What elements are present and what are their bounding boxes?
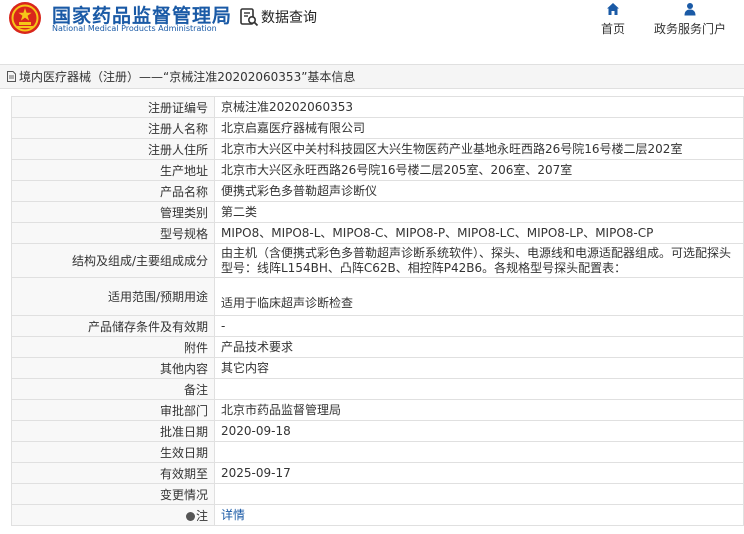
user-icon: [684, 3, 696, 16]
database-search-icon: [240, 8, 259, 27]
details-link[interactable]: 详情: [221, 508, 245, 522]
table-row: 适用范围/预期用途 适用于临床超声诊断检查: [11, 277, 744, 316]
home-icon: [607, 3, 619, 15]
table-row: 附件 产品技术要求: [11, 336, 744, 358]
table-row: 备注: [11, 378, 744, 400]
field-label: 注册人名称: [11, 117, 215, 139]
data-query-link[interactable]: 数据查询: [239, 6, 317, 28]
field-label: 产品储存条件及有效期: [11, 315, 215, 337]
field-value: 第二类: [214, 201, 744, 223]
field-label: 生效日期: [11, 441, 215, 463]
note-value-cell: 详情: [214, 504, 744, 526]
field-value: 2020-09-18: [214, 420, 744, 442]
field-label: 型号规格: [11, 222, 215, 244]
field-value: 京械注准20202060353: [214, 96, 744, 118]
field-label: 产品名称: [11, 180, 215, 202]
field-label: 附件: [11, 336, 215, 358]
field-value: [214, 483, 744, 505]
field-value: 适用于临床超声诊断检查: [214, 277, 744, 316]
table-row: 产品储存条件及有效期 -: [11, 315, 744, 337]
field-value: 北京市大兴区永旺西路26号院16号楼二层205室、206室、207室: [214, 159, 744, 181]
field-label: 结构及组成/主要组成成分: [11, 243, 215, 278]
field-value: 北京启嘉医疗器械有限公司: [214, 117, 744, 139]
table-row: 注册人住所 北京市大兴区中关村科技园区大兴生物医药产业基地永旺西路26号院16号…: [11, 138, 744, 160]
table-row: 注册人名称 北京启嘉医疗器械有限公司: [11, 117, 744, 139]
table-row: 审批部门 北京市药品监督管理局: [11, 399, 744, 421]
field-label: 注册人住所: [11, 138, 215, 160]
note-label-cell: 注: [11, 504, 215, 526]
field-label: 管理类别: [11, 201, 215, 223]
field-label: 备注: [11, 378, 215, 400]
table-row: 变更情况: [11, 483, 744, 505]
breadcrumb-text: 境内医疗器械（注册）——“京械注准20202060353”基本信息: [19, 70, 356, 84]
data-query-label: 数据查询: [261, 10, 317, 26]
field-value: 2025-09-17: [214, 462, 744, 484]
field-value: -: [214, 315, 744, 337]
field-value: 北京市大兴区中关村科技园区大兴生物医药产业基地永旺西路26号院16号楼二层202…: [214, 138, 744, 160]
field-label: 批准日期: [11, 420, 215, 442]
table-row: 生产地址 北京市大兴区永旺西路26号院16号楼二层205室、206室、207室: [11, 159, 744, 181]
field-value: 由主机（含便携式彩色多普勒超声诊断系统软件）、探头、电源线和电源适配器组成。可选…: [214, 243, 744, 278]
site-name-en: National Medical Products Administration: [52, 24, 217, 33]
table-row: 产品名称 便携式彩色多普勒超声诊断仪: [11, 180, 744, 202]
field-label: 其他内容: [11, 357, 215, 379]
national-emblem-icon: [9, 2, 41, 34]
table-row: 其他内容 其它内容: [11, 357, 744, 379]
table-row: 结构及组成/主要组成成分 由主机（含便携式彩色多普勒超声诊断系统软件）、探头、电…: [11, 243, 744, 278]
field-label: 有效期至: [11, 462, 215, 484]
field-value: 其它内容: [214, 357, 744, 379]
note-label: 注: [195, 508, 208, 523]
table-row: 管理类别 第二类: [11, 201, 744, 223]
table-row: 型号规格 MIPO8、MIPO8-L、MIPO8-C、MIPO8-P、MIPO8…: [11, 222, 744, 244]
table-row: 批准日期 2020-09-18: [11, 420, 744, 442]
field-value: 产品技术要求: [214, 336, 744, 358]
table-row: 有效期至 2025-09-17: [11, 462, 744, 484]
field-value: [214, 441, 744, 463]
field-label: 适用范围/预期用途: [11, 277, 215, 316]
field-value: 北京市药品监督管理局: [214, 399, 744, 421]
document-icon: [7, 71, 16, 82]
nav-home-label: 首页: [601, 22, 626, 36]
table-row: 注 详情: [11, 504, 744, 526]
bullet-icon: [185, 511, 195, 521]
field-label: 变更情况: [11, 483, 215, 505]
nav-services-label: 政务服务门户: [654, 22, 727, 36]
nav-services-portal[interactable]: 政务服务门户: [654, 2, 726, 37]
nav-home[interactable]: 首页: [601, 2, 625, 37]
table-row: 注册证编号 京械注准20202060353: [11, 96, 744, 118]
table-row: 生效日期: [11, 441, 744, 463]
field-label: 审批部门: [11, 399, 215, 421]
site-header: 国家药品监督管理局 National Medical Products Admi…: [0, 0, 744, 52]
breadcrumb: 境内医疗器械（注册）——“京械注准20202060353”基本信息: [0, 64, 744, 89]
field-value: 便携式彩色多普勒超声诊断仪: [214, 180, 744, 202]
field-label: 生产地址: [11, 159, 215, 181]
field-value: MIPO8、MIPO8-L、MIPO8-C、MIPO8-P、MIPO8-LC、M…: [214, 222, 744, 244]
registration-detail-table: 注册证编号 京械注准20202060353 注册人名称 北京启嘉医疗器械有限公司…: [11, 96, 744, 526]
field-label: 注册证编号: [11, 96, 215, 118]
field-value: [214, 378, 744, 400]
